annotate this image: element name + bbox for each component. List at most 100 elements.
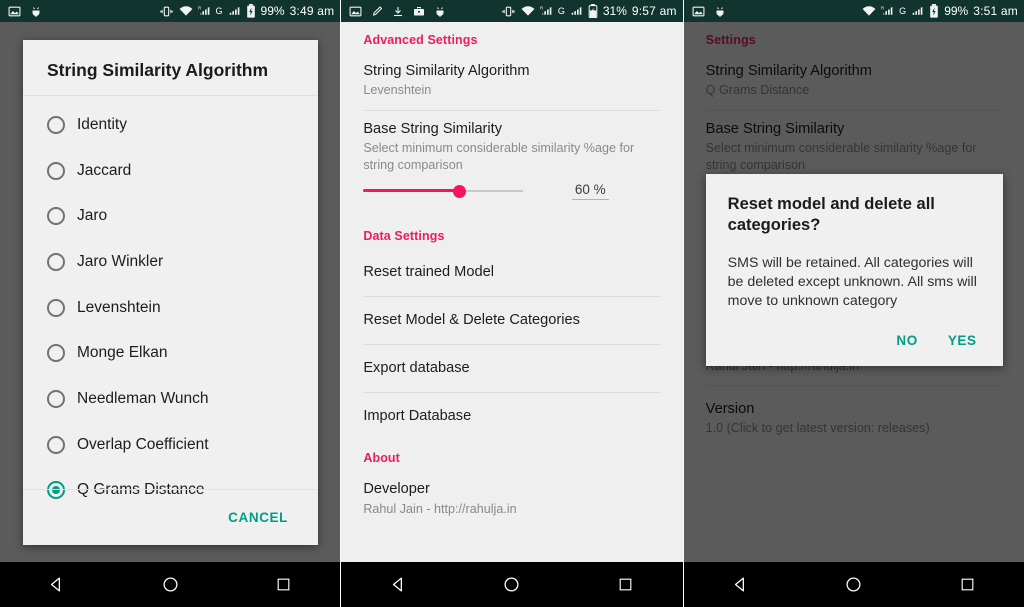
radio-label: Jaro Winkler	[77, 252, 164, 270]
slider-fill	[363, 189, 460, 193]
wifi-icon	[862, 5, 876, 17]
wifi-icon	[521, 5, 535, 17]
status-bar-2: R G 31% 9:57 am	[341, 0, 683, 22]
radio-label: Monge Elkan	[77, 344, 168, 362]
back-icon[interactable]	[718, 562, 762, 607]
radio-option-identity[interactable]: Identity	[23, 102, 318, 148]
setting-row-base-string-similarity: Base String Similarity Select minimum co…	[341, 111, 682, 173]
radio-option-levenshtein[interactable]: Levenshtein	[23, 285, 318, 331]
alert-title: Reset model and delete all categories?	[727, 195, 935, 234]
status-right-icons-3: R G 99% 3:51 am	[862, 4, 1018, 18]
no-button[interactable]: NO	[888, 327, 925, 354]
nav-bar-3	[683, 562, 1024, 607]
section-header-about: About	[363, 451, 400, 466]
phone-screen-1: R G 99% 3:49 am String Similarity Algori…	[0, 0, 341, 607]
battery-percent: 99%	[944, 4, 969, 18]
recents-icon[interactable]	[604, 562, 648, 607]
phone-screen-2: R G 31% 9:57 am Advanced Settings String…	[341, 0, 683, 607]
radio-option-jaro-winkler[interactable]: Jaro Winkler	[23, 239, 318, 285]
base-similarity-slider-row: 60 %	[341, 173, 682, 218]
radio-option-jaro[interactable]: Jaro	[23, 193, 318, 239]
nav-bar-1	[0, 562, 341, 607]
radio-icon[interactable]	[47, 389, 65, 408]
row-subtitle: Select minimum considerable similarity %…	[363, 141, 635, 172]
back-icon[interactable]	[35, 562, 79, 607]
slider-value-box[interactable]: 60 %	[571, 182, 609, 201]
radio-label: Levenshtein	[77, 298, 161, 316]
setting-row-developer[interactable]: Developer Rahul Jain - http://rahulja.in	[341, 471, 682, 528]
screenshot-root: R G 99% 3:49 am String Similarity Algori…	[0, 0, 1024, 607]
battery-percent: 31%	[602, 4, 627, 18]
recents-icon[interactable]	[945, 562, 989, 607]
radio-label: Jaro	[77, 207, 108, 225]
radio-label: Identity	[77, 115, 127, 133]
signal-icon	[570, 5, 583, 17]
alert-actions: NO YES	[706, 318, 1003, 362]
status-bar-1: R G 99% 3:49 am	[0, 0, 341, 22]
algorithm-radio-group: Identity Jaccard Jaro Jaro Winkler Leven…	[23, 96, 318, 515]
radio-icon[interactable]	[47, 298, 65, 317]
setting-row-reset-trained-model[interactable]: Reset trained Model	[341, 249, 682, 296]
phone-screen-3: R G 99% 3:51 am Settings String Similari…	[683, 0, 1024, 607]
alert-message: SMS will be retained. All categories wil…	[727, 254, 977, 310]
svg-text:R: R	[540, 5, 543, 10]
nav-bar-2	[341, 562, 683, 607]
radio-option-monge-elkan[interactable]: Monge Elkan	[23, 330, 318, 376]
cancel-button[interactable]: CANCEL	[220, 504, 296, 531]
download-icon	[392, 5, 404, 18]
recents-icon[interactable]	[262, 562, 306, 607]
roaming-signal-icon: R	[881, 5, 894, 17]
image-icon	[8, 5, 21, 18]
status-right-icons-2: R G 31% 9:57 am	[501, 4, 677, 18]
radio-option-needleman-wunch[interactable]: Needleman Wunch	[23, 376, 318, 422]
section-header-advanced-settings: Advanced Settings	[363, 33, 478, 47]
radio-icon[interactable]	[47, 435, 65, 454]
network-type-label: G	[215, 5, 223, 16]
slider-thumb[interactable]	[452, 185, 466, 199]
base-similarity-slider[interactable]	[363, 183, 524, 199]
yes-button[interactable]: YES	[940, 327, 985, 354]
work-profile-icon	[413, 5, 425, 18]
battery-charging-icon	[929, 4, 939, 18]
home-icon[interactable]	[832, 562, 876, 607]
status-left-icons-3	[692, 5, 726, 18]
radio-icon[interactable]	[47, 207, 65, 226]
usb-debug-icon	[714, 5, 726, 18]
dialog-title: String Similarity Algorithm	[47, 60, 269, 80]
radio-option-jaccard[interactable]: Jaccard	[23, 148, 318, 194]
usb-debug-icon	[434, 5, 446, 18]
signal-icon	[911, 5, 924, 17]
radio-icon[interactable]	[47, 115, 65, 134]
radio-label: Needleman Wunch	[77, 389, 209, 407]
setting-row-string-similarity-algorithm[interactable]: String Similarity Algorithm Levenshtein	[341, 53, 682, 110]
image-icon	[692, 5, 705, 18]
home-icon[interactable]	[148, 562, 192, 607]
radio-label: Overlap Coefficient	[77, 435, 209, 453]
status-bar-3: R G 99% 3:51 am	[683, 0, 1024, 22]
radio-icon[interactable]	[47, 161, 65, 180]
back-icon[interactable]	[376, 562, 420, 607]
reset-model-confirm-dialog: Reset model and delete all categories? S…	[705, 174, 1003, 366]
home-icon[interactable]	[490, 562, 534, 607]
usb-debug-icon	[30, 5, 42, 18]
row-subtitle: Levenshtein	[363, 83, 432, 98]
slider-value: 60 %	[574, 182, 606, 198]
status-left-icons-2	[349, 5, 446, 18]
vibrate-icon	[501, 5, 516, 18]
dialog-actions: CANCEL	[23, 490, 318, 545]
roaming-signal-icon: R	[540, 5, 553, 17]
status-left-icons-1	[8, 5, 42, 18]
section-header-data-settings: Data Settings	[363, 229, 445, 244]
radio-icon[interactable]	[47, 252, 65, 271]
clock: 9:57 am	[631, 4, 677, 18]
string-similarity-algorithm-dialog: String Similarity Algorithm Identity Jac…	[23, 40, 318, 545]
slider-value-underline	[571, 199, 609, 201]
row-title: String Similarity Algorithm	[363, 63, 530, 79]
setting-row-export-database[interactable]: Export database	[341, 345, 682, 392]
radio-option-overlap-coefficient[interactable]: Overlap Coefficient	[23, 422, 318, 468]
setting-row-import-database[interactable]: Import Database	[341, 393, 682, 440]
setting-row-reset-model-delete-categories[interactable]: Reset Model & Delete Categories	[341, 297, 682, 344]
radio-icon[interactable]	[47, 344, 65, 363]
status-right-icons-1: R G 99% 3:49 am	[159, 4, 335, 18]
signal-icon	[228, 5, 241, 17]
